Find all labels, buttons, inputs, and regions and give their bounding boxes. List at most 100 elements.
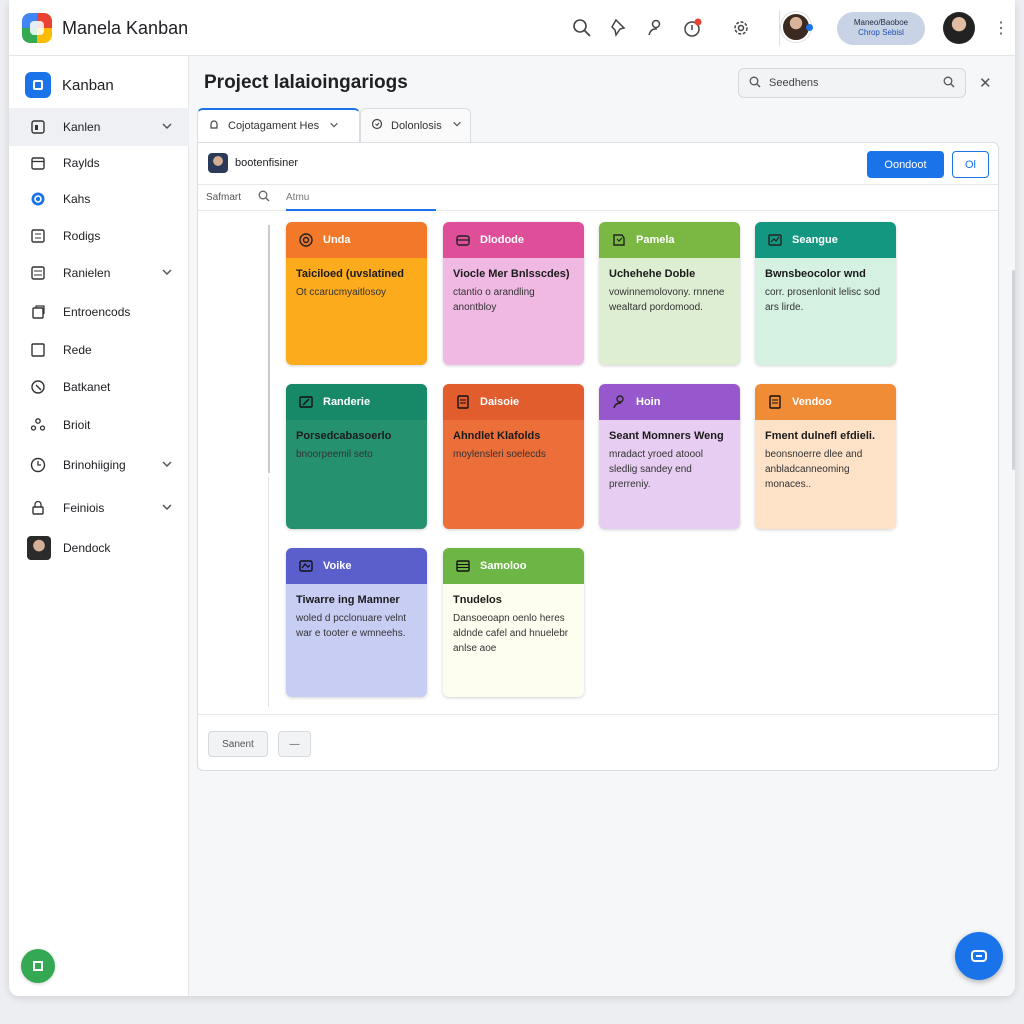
close-icon[interactable]: ✕	[979, 74, 992, 92]
footer-more-button[interactable]: —	[278, 731, 311, 757]
kanban-card[interactable]: Daisoie Ahndlet Klafolds moylensleri soe…	[443, 384, 584, 529]
chevron-down-icon[interactable]	[161, 501, 173, 516]
stack-icon	[454, 557, 472, 575]
card-description: beonsnoerre dlee and anbladcanneoming mo…	[765, 449, 863, 490]
search-icon[interactable]	[570, 16, 594, 40]
scrollbar[interactable]	[1012, 270, 1015, 470]
sidebar-heading-label: Kanban	[62, 76, 114, 94]
chevron-down-icon[interactable]	[161, 458, 173, 473]
kanban-card[interactable]: Randerie Porsedcabasoerlo bnoorpeemil se…	[286, 384, 427, 529]
sidebar-item-label: Brinohiiging	[63, 458, 126, 472]
tab-dolonlosis[interactable]: Dolonlosis	[360, 108, 471, 142]
kanban-card[interactable]: Dlodode Viocle Mer Bnlsscdes) ctantio o …	[443, 222, 584, 365]
kanban-card[interactable]: Hoin Seant Momners Weng mradact yroed at…	[599, 384, 740, 529]
kanban-card[interactable]: Unda Taiciloed (uvslatined Ot ccarucmyai…	[286, 222, 427, 365]
search-input[interactable]: Seedhens	[738, 68, 966, 98]
tab-cojotagament[interactable]: Cojotagament Hes	[197, 108, 360, 142]
card-header-label: Unda	[323, 234, 351, 246]
card-title: Seant Momners Weng	[609, 430, 724, 442]
kanban-icon	[25, 72, 51, 98]
notification-icon[interactable]	[681, 16, 705, 40]
card-title: Viocle Mer Bnlsscdes)	[453, 268, 570, 280]
card-title: Bwnsbeocolor wnd	[765, 268, 866, 280]
kanban-card[interactable]: Vendoo Fment dulnefl efdieli. beonsnoerr…	[755, 384, 896, 529]
user-pill-name: Maneo/Baoboe	[853, 18, 909, 27]
footer-button[interactable]: Sanent	[208, 731, 268, 757]
sidebar-item-kahs[interactable]: Kahs	[9, 180, 189, 218]
kanban-card[interactable]: Pamela Uchehehe Doble vowinnemolovony. r…	[599, 222, 740, 365]
target-icon	[297, 231, 315, 249]
app-logo[interactable]	[22, 13, 52, 43]
card-body: Porsedcabasoerlo bnoorpeemil seto	[286, 420, 427, 462]
column-divider	[268, 477, 269, 707]
card-body: Bwnsbeocolor wnd corr. prosenlonit lelis…	[755, 258, 896, 315]
secondary-button[interactable]: Ol	[952, 151, 989, 178]
search-placeholder: Seedhens	[769, 77, 819, 89]
sidebar-item-feiniois[interactable]: Feiniois	[9, 489, 189, 527]
square-icon	[29, 341, 47, 359]
card-title: Porsedcabasoerlo	[296, 430, 392, 442]
panel-header: bootenfisiner Oondoot Ol	[198, 143, 998, 185]
account-avatar[interactable]	[943, 12, 975, 44]
kanban-card[interactable]: Samoloo Tnudelos Dansoeoapn oenlo heres …	[443, 548, 584, 697]
filter-input[interactable]: Atmu	[286, 192, 436, 211]
sidebar-item-batkanet[interactable]: Batkanet	[9, 368, 189, 406]
card-header: Hoin	[599, 384, 740, 420]
edit-icon	[297, 393, 315, 411]
card-body: Uchehehe Doble vowinnemolovony. rnnene w…	[599, 258, 740, 315]
board-icon	[29, 118, 47, 136]
sidebar-item-label: Ranielen	[63, 266, 111, 280]
sidebar-item-rede[interactable]: Rede	[9, 331, 189, 369]
scroll-indicator[interactable]	[268, 225, 270, 473]
filter-row: Safmart Atmu	[198, 185, 998, 211]
app-title: Manela Kanban	[62, 18, 189, 38]
sidebar-item-ranielen[interactable]: Ranielen	[9, 254, 189, 292]
lock-icon	[29, 499, 47, 517]
chevron-down-icon	[452, 119, 462, 132]
chevron-down-icon[interactable]	[161, 266, 173, 281]
project-avatar	[208, 153, 228, 173]
tab-label: Cojotagament Hes	[228, 120, 320, 132]
sidebar-item-brinohiiging[interactable]: Brinohiiging	[9, 446, 189, 484]
user-pill[interactable]: Maneo/Baoboe Chrop Sebisl	[837, 12, 925, 45]
pin-icon[interactable]	[608, 16, 632, 40]
card-header: Daisoie	[443, 384, 584, 420]
user-icon	[610, 393, 628, 411]
sidebar-item-raylds[interactable]: Raylds	[9, 144, 189, 182]
card-body: Fment dulnefl efdieli. beonsnoerre dlee …	[755, 420, 896, 492]
search-icon[interactable]	[258, 190, 270, 205]
top-bar: Manela Kanban Maneo/Baoboe Chrop Sebisl …	[9, 0, 1015, 56]
sidebar-item-kanlen[interactable]: Kanlen	[9, 108, 189, 146]
sidebar-heading[interactable]: Kanban	[25, 72, 183, 98]
card-header-label: Hoin	[636, 396, 661, 408]
sidebar-item-entroencods[interactable]: Entroencods	[9, 293, 189, 331]
card-body: Taiciloed (uvslatined Ot ccarucmyaitloso…	[286, 258, 427, 300]
kanban-card[interactable]: Seangue Bwnsbeocolor wnd corr. prosenlon…	[755, 222, 896, 365]
toolbar-divider	[779, 10, 780, 46]
sidebar-item-brioit[interactable]: Brioit	[9, 406, 189, 444]
tag-icon	[29, 378, 47, 396]
chevron-down-icon	[329, 120, 339, 133]
presence-indicator	[806, 24, 813, 31]
card-header-label: Pamela	[636, 234, 675, 246]
more-options-icon[interactable]: ⋮	[993, 18, 1009, 38]
sidebar-item-dendock[interactable]: Dendock	[9, 529, 189, 567]
chevron-down-icon[interactable]	[161, 120, 173, 135]
doc-icon	[766, 393, 784, 411]
card-header: Voike	[286, 548, 427, 584]
sidebar-action-button[interactable]	[21, 949, 55, 983]
floating-action-button[interactable]	[955, 932, 1003, 980]
kanban-card[interactable]: Voike Tiwarre ing Mamner woled d pcclonu…	[286, 548, 427, 697]
doc-icon	[454, 393, 472, 411]
app-window: Manela Kanban Maneo/Baoboe Chrop Sebisl …	[9, 0, 1015, 996]
primary-button[interactable]: Oondoot	[867, 151, 944, 178]
copy-icon	[29, 303, 47, 321]
card-header: Randerie	[286, 384, 427, 420]
sidebar-item-rodigs[interactable]: Rodigs	[9, 217, 189, 255]
person-icon[interactable]	[643, 16, 667, 40]
board-panel: bootenfisiner Oondoot Ol Safmart Atmu Un…	[197, 142, 999, 771]
card-description: moylensleri soelecds	[453, 449, 546, 460]
search-icon[interactable]	[943, 76, 955, 91]
settings-icon[interactable]	[729, 16, 753, 40]
card-body: Tnudelos Dansoeoapn oenlo heres aldnde c…	[443, 584, 584, 656]
